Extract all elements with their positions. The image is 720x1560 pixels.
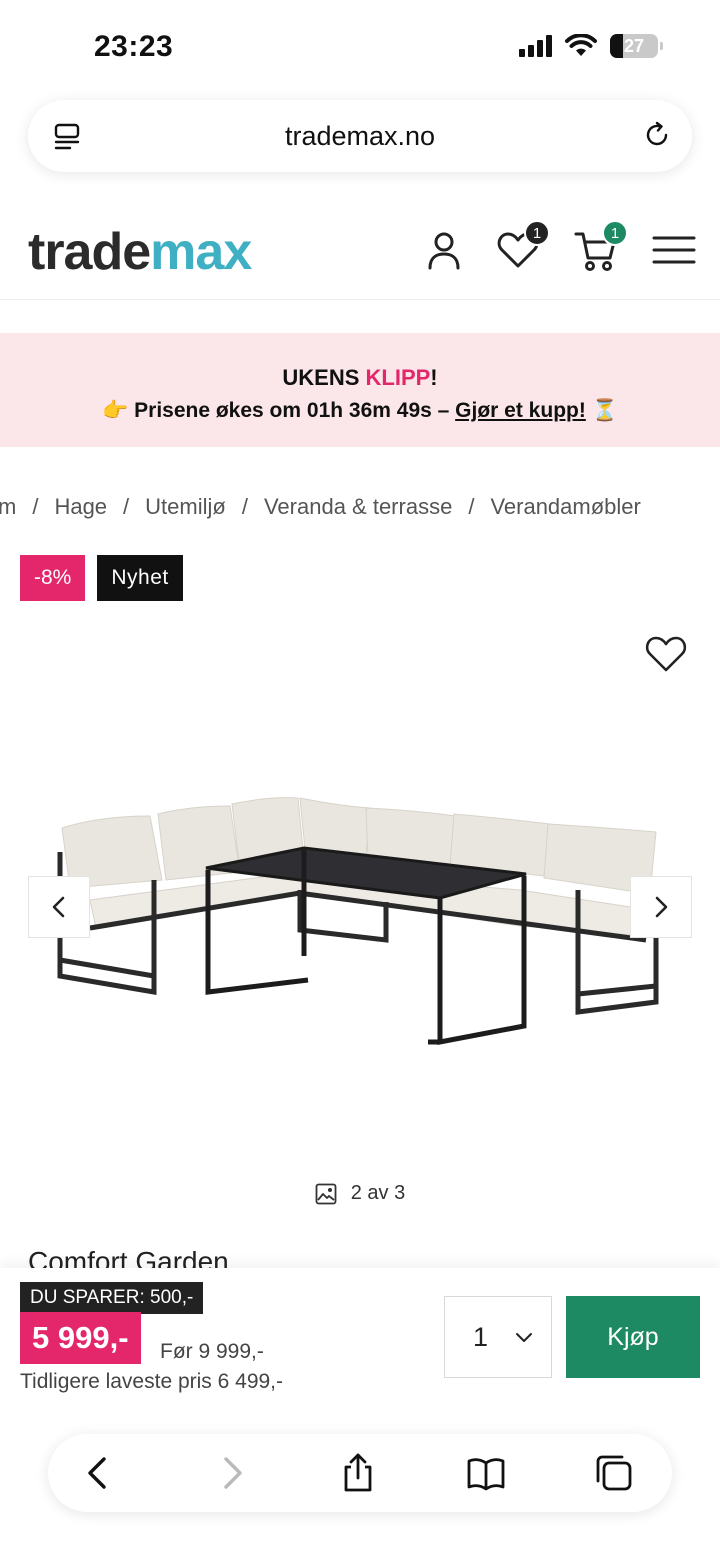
image-counter: 2 av 3 [0,1182,720,1205]
reader-menu-icon[interactable] [54,122,82,150]
reload-icon[interactable] [642,120,672,150]
site-header: trademax 1 1 [0,200,720,300]
image-icon [315,1183,337,1204]
add-to-wishlist-heart-icon[interactable] [644,632,688,676]
cart-button[interactable]: 1 [574,220,628,272]
wishlist-button[interactable]: 1 [496,220,550,272]
new-badge: Nyhet [97,555,183,601]
quantity-value: 1 [473,1321,489,1352]
current-price: 5 999,- [20,1312,141,1364]
breadcrumb-item[interactable]: Veranda & terrasse [264,494,452,520]
tabs-icon[interactable] [594,1453,634,1493]
carousel-next-button[interactable] [630,876,692,938]
back-icon[interactable] [78,1453,118,1493]
url-text[interactable]: trademax.no [285,121,435,152]
chevron-left-icon [52,896,65,918]
share-icon[interactable] [338,1453,378,1493]
breadcrumb-item[interactable]: m [0,494,16,520]
status-time: 23:23 [94,30,174,63]
pointing-hand-icon: 👉 [102,399,129,422]
breadcrumb-item[interactable]: Utemiljø [145,494,226,520]
promo-title: UKENS KLIPP! [282,365,438,390]
trademax-logo[interactable]: trademax [28,222,252,282]
browser-toolbar [48,1434,672,1512]
wifi-icon [565,34,597,56]
before-price: Før 9 999,- [160,1340,264,1363]
product-image[interactable] [50,780,670,1060]
cellular-signal-icon [519,35,552,57]
promo-link[interactable]: Gjør et kupp! [455,399,586,422]
hamburger-menu-icon[interactable] [652,228,696,272]
forward-icon[interactable] [212,1453,252,1493]
breadcrumb: m / Hage / Utemiljø / Veranda & terrasse / Veran… [0,494,641,520]
product-title: Comfort Garden [28,1246,229,1270]
buy-button[interactable]: Kjøp [566,1296,700,1378]
bookmarks-icon[interactable] [466,1453,506,1493]
status-bar: 23:23 27 [0,0,720,96]
address-bar[interactable]: trademax.no [28,100,692,172]
quantity-select[interactable]: 1 [444,1296,552,1378]
breadcrumb-item[interactable]: Verandamøbler [490,494,640,520]
chevron-right-icon [655,896,668,918]
image-counter-text: 2 av 3 [350,1182,406,1204]
wishlist-count-badge: 1 [524,220,550,246]
promo-text: Prisene økes om 01h 36m 49s – [134,399,456,422]
account-icon[interactable] [422,228,466,272]
battery-level: 27 [623,35,645,56]
cart-count-badge: 1 [602,220,628,246]
discount-badge: -8% [20,555,86,601]
savings-tag: DU SPARER: 500,- [20,1282,204,1314]
promo-countdown: 👉 Prisene økes om 01h 36m 49s – Gjør et … [0,399,720,423]
carousel-prev-button[interactable] [28,876,90,938]
hourglass-icon: ⏳ [591,399,618,422]
buy-bar: DU SPARER: 500,- 5 999,- Før 9 999,- Tid… [0,1268,720,1418]
status-icons: 27 [519,34,663,58]
breadcrumb-item[interactable]: Hage [54,494,107,520]
lowest-previous-price: Tidligere laveste pris 6 499,- [20,1370,284,1393]
battery-icon: 27 [610,34,663,58]
product-badges: -8% Nyhet [20,555,183,601]
promo-banner: UKENS KLIPP! 👉 Prisene økes om 01h 36m 4… [0,333,720,447]
chevron-down-icon [516,1333,532,1342]
